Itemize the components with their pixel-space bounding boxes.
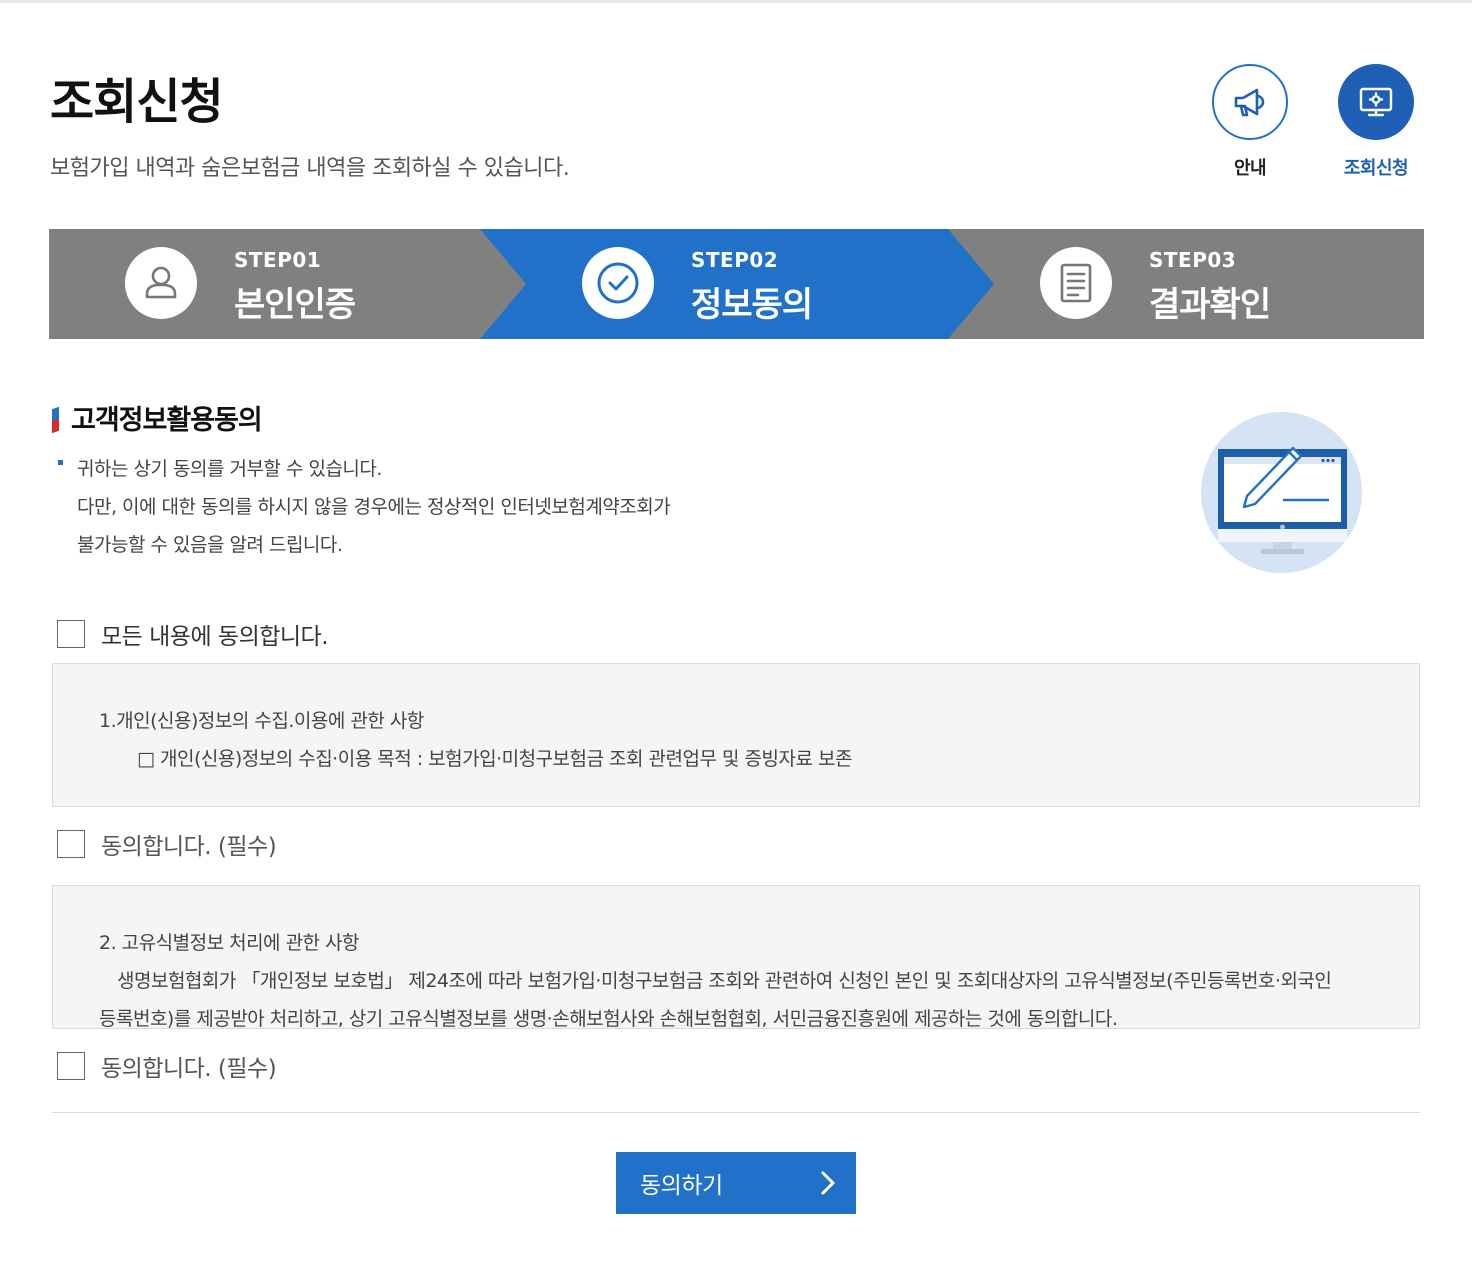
top-border [0,0,1472,3]
section-title: 고객정보활용동의 [52,398,263,437]
step-2: STEP02 정보동의 [506,229,966,339]
notice-line-2: 다만, 이에 대한 동의를 하시지 않을 경우에는 정상적인 인터넷보험계약조회… [77,496,671,518]
step-3-icon-circle [1040,247,1112,319]
agree-submit-label: 동의하기 [640,1173,723,1199]
terms-2-body-line-1: 생명보험협회가 「개인정보 보호법」 제24조에 따라 보험가입·미청구보험금 … [117,970,1332,992]
nav-guide-circle[interactable] [1212,64,1288,140]
step-1-number: STEP01 [234,248,322,272]
terms-1-body-line-1: □ 개인(신용)정보의 수집·이용 목적 : 보험가입·미청구보험금 조회 관련… [137,748,852,770]
step-3: STEP03 결과확인 [964,229,1424,339]
agree-terms-2-checkbox[interactable] [57,1052,85,1080]
divider [52,1112,1420,1113]
step-2-icon-circle [582,247,654,319]
nav-inquiry-circle[interactable] [1338,64,1414,140]
terms-box-1: 1.개인(신용)정보의 수집.이용에 관한 사항 □ 개인(신용)정보의 수집·… [52,663,1420,807]
computer-illustration [1201,412,1362,573]
agree-terms-1-label: 동의합니다. (필수) [101,834,277,860]
nav-inquiry[interactable]: 조회신청 [1336,64,1416,180]
document-icon [1060,263,1092,303]
section-title-text: 고객정보활용동의 [71,405,263,436]
step-3-number: STEP03 [1149,248,1237,272]
check-circle-icon [597,262,639,304]
agree-all-label: 모든 내용에 동의합니다. [101,624,329,650]
agree-terms-2-label: 동의합니다. (필수) [101,1056,277,1082]
step-1-name: 본인인증 [234,285,356,325]
step-3-name: 결과확인 [1149,285,1271,325]
page-title: 조회신청 [50,74,224,130]
step-2-number: STEP02 [691,248,779,272]
agree-terms-1-checkbox[interactable] [57,830,85,858]
nav-guide-label: 안내 [1233,158,1267,179]
agree-all-row[interactable]: 모든 내용에 동의합니다. [57,617,329,651]
step-progress-bar: STEP01 본인인증 STEP02 정보동의 STEP03 결과확인 [49,229,1424,339]
agree-terms-2-row[interactable]: 동의합니다. (필수) [57,1049,277,1083]
terms-2-title: 2. 고유식별정보 처리에 관한 사항 [99,932,360,954]
notice-line-3: 불가능할 수 있음을 알려 드립니다. [77,534,343,556]
monitor-settings-icon [1359,87,1393,117]
agree-submit-button[interactable]: 동의하기 [616,1152,856,1214]
agree-terms-1-row[interactable]: 동의합니다. (필수) [57,827,277,861]
agree-all-checkbox[interactable] [57,620,85,648]
consent-notice: 귀하는 상기 동의를 거부할 수 있습니다. 다만, 이에 대한 동의를 하시지… [58,450,671,564]
notice-line-1: 귀하는 상기 동의를 거부할 수 있습니다. [77,458,382,480]
step-1: STEP01 본인인증 [49,229,509,339]
person-icon [145,266,177,299]
nav-inquiry-label: 조회신청 [1343,158,1409,179]
chevron-right-icon [821,1171,835,1195]
terms-2-body-line-2: 등록번호)를 제공받아 처리하고, 상기 고유식별정보를 생명·손해보험사와 손… [99,1008,1118,1029]
step-1-icon-circle [125,247,197,319]
terms-1-title: 1.개인(신용)정보의 수집.이용에 관한 사항 [99,710,424,732]
terms-box-2[interactable]: 2. 고유식별정보 처리에 관한 사항 생명보험협회가 「개인정보 보호법」 제… [52,885,1420,1029]
megaphone-icon [1234,88,1265,117]
nav-guide[interactable]: 안내 [1210,64,1290,180]
section-title-mark [52,406,59,434]
step-2-name: 정보동의 [691,285,813,325]
notice-bullet [58,460,63,465]
monitor-pen-illustration-icon [1218,446,1347,554]
page-subtitle: 보험가입 내역과 숨은보험금 내역을 조회하실 수 있습니다. [50,156,570,181]
